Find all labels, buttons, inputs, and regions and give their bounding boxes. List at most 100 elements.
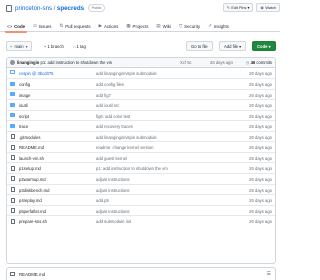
tab-actions[interactable]: ▶ Actions — [95, 20, 123, 32]
go-to-file-button[interactable]: Go to file — [186, 41, 213, 51]
file-name-link[interactable]: p5perfafter.md — [19, 209, 46, 214]
file-commit-message[interactable]: add recovery traces — [96, 124, 133, 129]
file-commit-message[interactable]: add guest kernel — [96, 156, 127, 161]
branches-link[interactable]: ⑂1 branch — [44, 44, 64, 49]
folder-icon — [10, 102, 15, 107]
repo-owner-link[interactable]: princeton-sns — [15, 5, 52, 12]
file-name-link[interactable]: README.md — [19, 145, 44, 150]
file-icon — [10, 187, 15, 193]
tab-security-label: Security — [184, 23, 201, 29]
tab-insights[interactable]: ↗ Insights — [204, 20, 233, 32]
code-button[interactable]: Code ▾ — [252, 41, 276, 51]
repo-name-link[interactable]: specreds — [57, 5, 84, 12]
chevron-down-icon: ▾ — [25, 43, 28, 49]
file-name-link[interactable]: cvspin @ 3bcd375 — [19, 71, 54, 76]
file-icon — [10, 155, 15, 161]
commits-link[interactable]: ◷ 46 commits — [246, 60, 272, 65]
tab-issues[interactable]: ⊙ Issues — [29, 20, 55, 32]
edit-pins-label: Edit Pins ▾ — [231, 6, 250, 10]
file-commit-message[interactable]: readme: change kernel version — [96, 145, 154, 150]
file-commit-message[interactable]: adjust instructions — [96, 209, 130, 214]
file-row[interactable]: p2warmup.md adjust instructions 26 days ag… — [7, 172, 275, 184]
readme-title[interactable]: README.md — [19, 272, 45, 277]
file-commit-message[interactable]: add submodule init — [96, 219, 131, 224]
file-row[interactable]: ioutil add ioutil src 26 days ago — [7, 99, 275, 110]
file-commit-time: 26 days ago — [249, 113, 272, 119]
file-commit-message[interactable]: fig6: add color test — [96, 114, 130, 119]
watch-label: Watch — [265, 5, 276, 10]
file-row[interactable]: p4replay.md add p5 26 days ago — [7, 194, 275, 205]
tab-pull-requests[interactable]: ⇅ Pull requests — [56, 20, 95, 32]
file-commit-message[interactable]: add ioutil src — [96, 103, 120, 108]
watch-button[interactable]: ◉ Watch — [256, 3, 280, 12]
tag-icon: ⌂ — [73, 43, 76, 49]
tags-link[interactable]: ⌂1 tag — [73, 44, 86, 49]
file-row[interactable]: image add fig7 26 days ago — [7, 88, 275, 100]
header-actions: ✎ Edit Pins ▾ ◉ Watch — [222, 3, 280, 12]
file-list: cvspin @ 3bcd375 add linangingin/vspin su… — [7, 68, 275, 226]
file-row[interactable]: prepare-sns.sh add submodule init 26 days … — [7, 215, 275, 226]
branch-icon: ⑂ — [10, 43, 13, 49]
file-row[interactable]: config add config files 26 days ago — [7, 78, 275, 89]
file-name-link[interactable]: p4replay.md — [19, 198, 42, 203]
file-commit-message[interactable]: adjust instructions — [96, 188, 130, 193]
branch-toolbar: ⑂ main ▾ ⑂1 branch ⌂1 tag Go to file Add… — [6, 41, 276, 51]
file-commit-time: 26 days ago — [249, 70, 272, 76]
file-name-link[interactable]: p2warmup.md — [19, 177, 46, 182]
edit-pins-button[interactable]: ✎ Edit Pins ▾ — [222, 3, 254, 12]
file-name-link[interactable]: config — [19, 82, 30, 87]
file-name-link[interactable]: p1setup.md — [19, 166, 41, 171]
file-row[interactable]: README.md readme: change kernel version 26… — [7, 141, 275, 152]
file-commit-message[interactable]: add config files — [96, 82, 124, 87]
tab-actions-label: Actions — [103, 23, 119, 29]
file-icon — [10, 197, 15, 203]
file-row[interactable]: p3diskbench.md adjust instructions 26 days… — [7, 183, 275, 195]
tab-projects[interactable]: ▦ Projects — [122, 20, 152, 32]
repo-tabs: <> Code ⊙ Issues ⇅ Pull requests ▶ Actions ▦… — [0, 20, 280, 33]
tab-wiki[interactable]: ▤ Wiki — [152, 20, 174, 32]
file-row[interactable]: p1setup.md p1: add instruction to shutdow… — [7, 162, 275, 173]
wiki-icon: ▤ — [156, 23, 161, 28]
file-commit-message[interactable]: adjust instructions — [96, 177, 130, 182]
path-separator: / — [53, 4, 56, 12]
file-row[interactable]: p5perfafter.md adjust instructions 26 days… — [7, 204, 275, 216]
tab-code-label: Code — [14, 23, 26, 29]
file-commit-message[interactable]: add linangingin/vspin submodule — [96, 71, 157, 76]
file-name-link[interactable]: script — [19, 114, 29, 119]
commits-label: commits — [256, 60, 272, 66]
insights-icon: ↗ — [208, 23, 212, 28]
file-commit-time: 26 days ago — [249, 187, 272, 193]
file-row[interactable]: launch-vm.sh add guest kernel 26 days ago — [7, 151, 275, 163]
file-name-link[interactable]: p3diskbench.md — [19, 188, 50, 193]
commits-number: 46 — [250, 60, 256, 66]
file-commit-message[interactable]: add fig7 — [96, 93, 111, 98]
commit-message[interactable]: p1: add instruction to shutdown the vm — [41, 60, 113, 65]
file-name-link[interactable]: trace — [19, 124, 28, 129]
commit-sha[interactable]: Xcf 5c — [180, 60, 192, 65]
file-commit-message[interactable]: p1: add instruction to shutdown the vm — [96, 166, 168, 171]
latest-commit-text: linangingin p1: add instruction to shutd… — [17, 60, 112, 65]
add-file-button[interactable]: Add file ▾ — [219, 41, 247, 51]
folder-icon — [10, 113, 15, 118]
file-row[interactable]: cvspin @ 3bcd375 add linangingin/vspin su… — [7, 68, 275, 79]
file-row[interactable]: trace add recovery traces 26 days ago — [7, 120, 275, 131]
file-name-link[interactable]: image — [19, 93, 30, 98]
latest-commit-bar: linangingin p1: add instruction to shutd… — [7, 58, 275, 68]
avatar[interactable] — [10, 60, 15, 65]
file-name-link[interactable]: .gitmodules — [19, 135, 40, 140]
file-commit-time: 26 days ago — [249, 219, 272, 225]
tab-code[interactable]: <> Code — [3, 20, 29, 33]
file-name-link[interactable]: launch-vm.sh — [19, 156, 44, 161]
file-commit-message[interactable]: add p5 — [96, 198, 109, 203]
file-name-link[interactable]: prepare-sns.sh — [19, 219, 47, 224]
outline-list-icon[interactable]: ☰ — [267, 271, 271, 277]
file-row[interactable]: .gitmodules add linangingin/vspin submodu… — [7, 130, 275, 142]
shield-icon: ⛉ — [178, 23, 183, 29]
commit-author[interactable]: linangingin — [17, 60, 39, 65]
file-row[interactable]: script fig6: add color test 26 days ago — [7, 109, 275, 121]
branch-select-button[interactable]: ⑂ main ▾ — [6, 41, 32, 51]
file-name-link[interactable]: ioutil — [19, 103, 28, 108]
tab-security[interactable]: ⛉ Security — [175, 20, 204, 32]
file-commit-message[interactable]: add linangingin/vspin submodule — [96, 135, 157, 140]
file-commit-time: 26 days ago — [249, 166, 272, 172]
